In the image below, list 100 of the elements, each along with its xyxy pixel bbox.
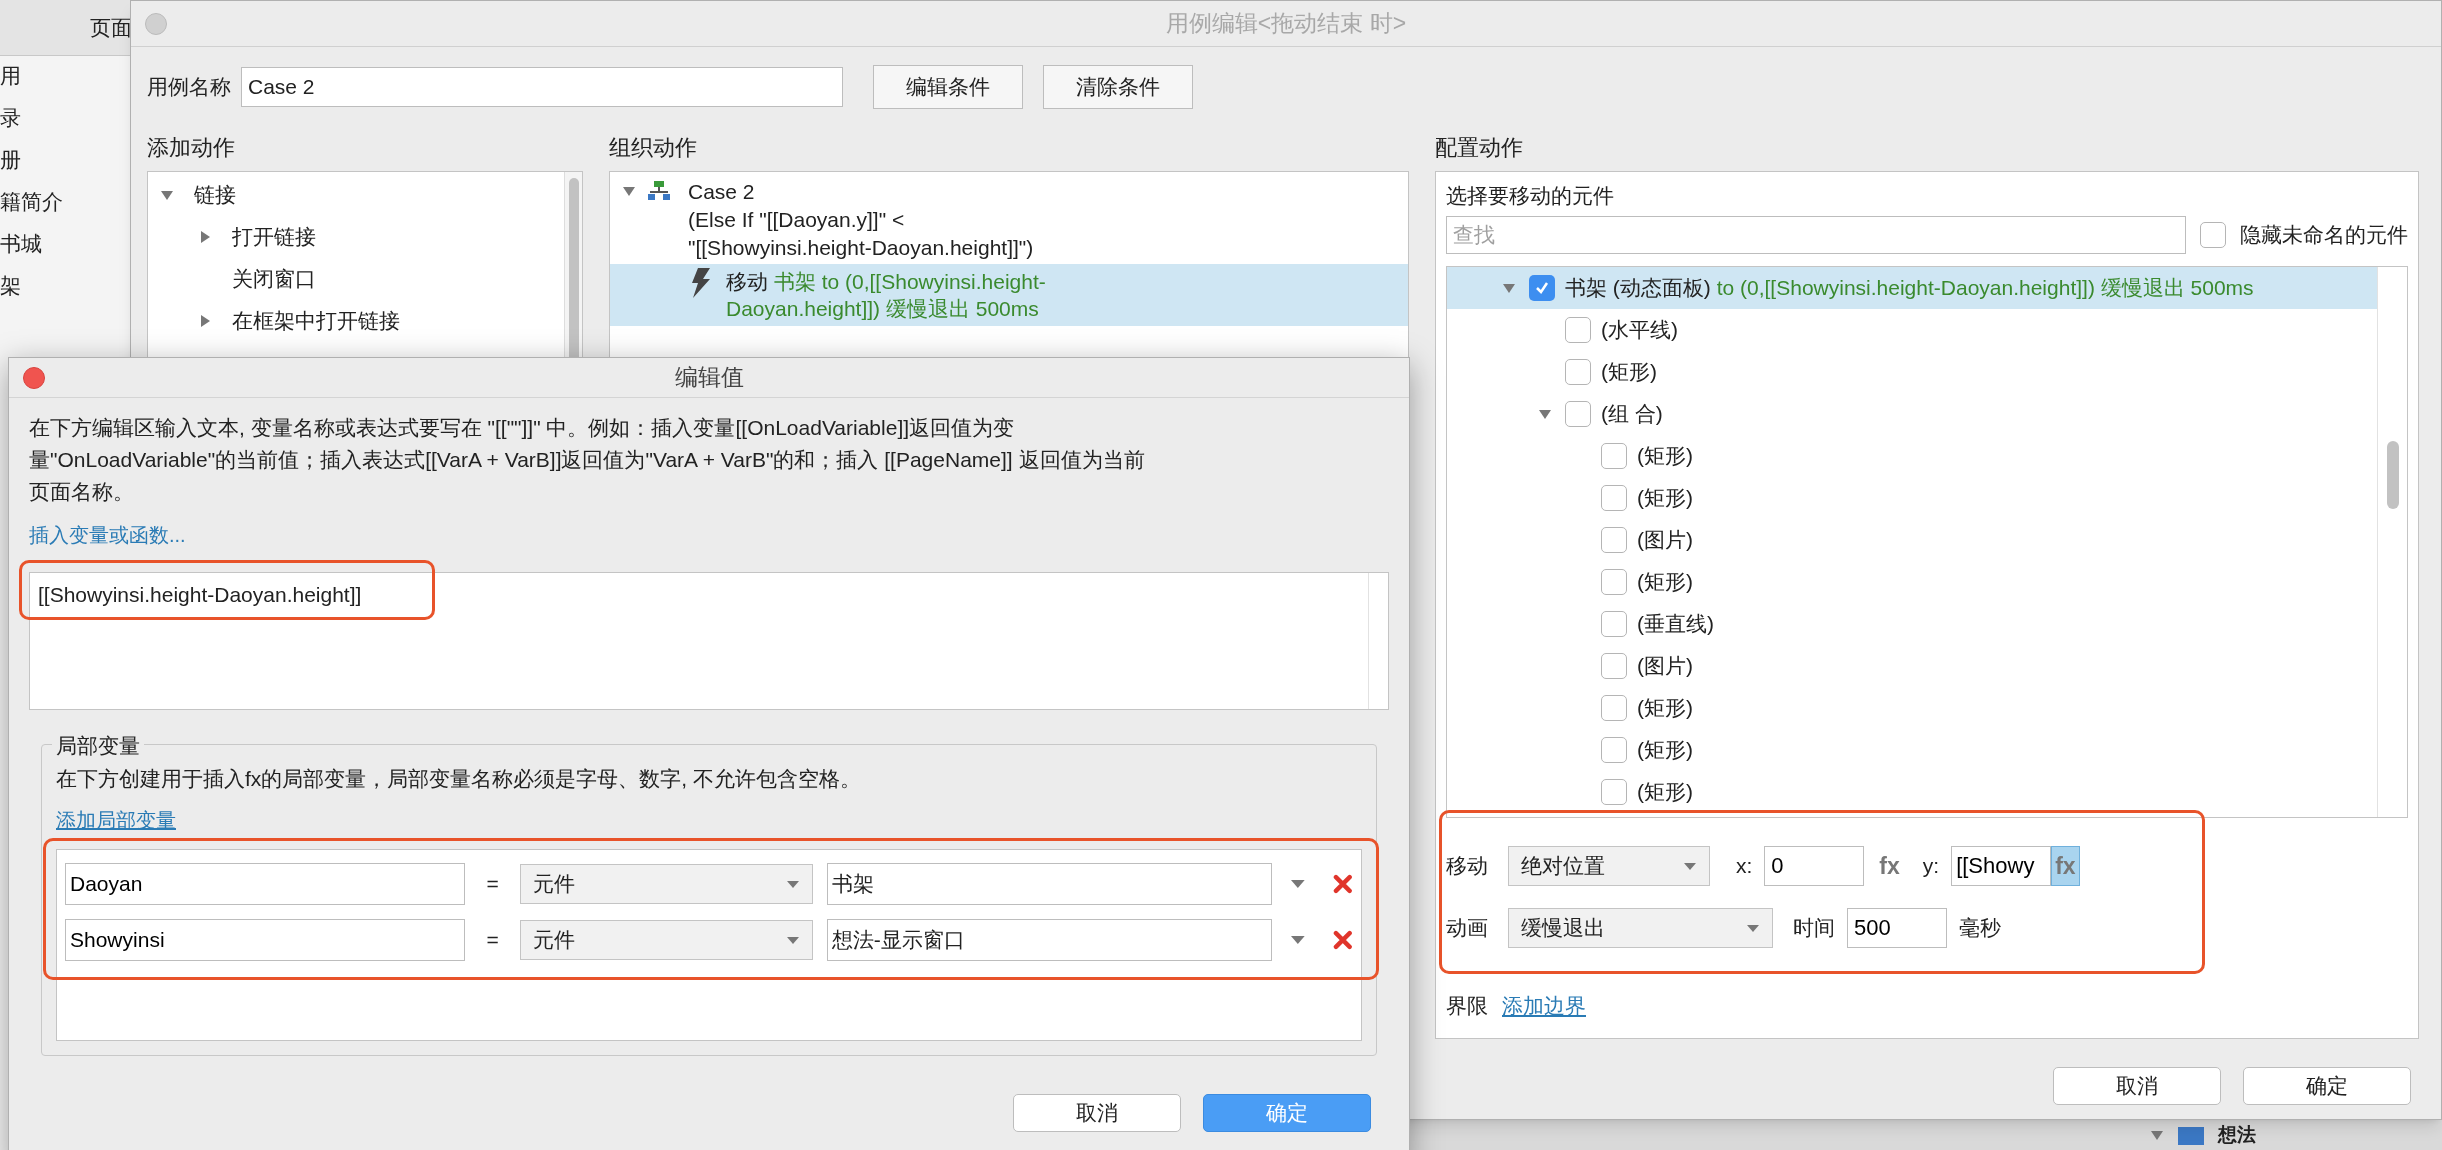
checkbox[interactable] <box>1601 569 1627 595</box>
checkbox[interactable] <box>1565 401 1591 427</box>
dialog-button[interactable]: 确定 <box>2243 1067 2411 1105</box>
y-field[interactable]: [[Showy <box>1951 846 2052 886</box>
tree-row[interactable]: (矩形) <box>1447 729 2377 771</box>
section-heading: 配置动作 <box>1435 134 1524 161</box>
expand-triangle-icon[interactable] <box>160 188 174 202</box>
sidebar-item[interactable]: 架 <box>0 270 21 299</box>
delete-icon[interactable] <box>1333 929 1353 950</box>
tree-row[interactable]: (矩形) <box>1447 351 2377 393</box>
tree-row[interactable]: 书架 (动态面板) to (0,[[Showyinsi.height-Daoyan.height]]) 缓慢退出 500ms <box>1447 267 2377 309</box>
checkbox[interactable] <box>2200 222 2226 248</box>
tree-label: (矩形) <box>1637 485 1693 512</box>
field-label: 界限 <box>1446 993 1488 1019</box>
action-item[interactable]: 链接 <box>194 179 236 211</box>
checkbox[interactable] <box>1601 779 1627 805</box>
tree-label: (图片) <box>1637 653 1693 680</box>
lightning-icon <box>690 268 712 298</box>
variable-name-field[interactable]: Daoyan <box>65 862 465 905</box>
action-row[interactable]: 移动 书架 to (0,[[Showyinsi.height- Daoyan.height]]) 缓慢退出 500ms <box>610 264 1408 326</box>
dialog-button[interactable]: 取消 <box>2053 1067 2221 1105</box>
window-title: 用例编辑<拖动结束 时> <box>1165 9 1407 39</box>
move-mode-select[interactable]: 绝对位置 <box>1508 846 1710 886</box>
delete-icon[interactable] <box>1333 873 1353 894</box>
tree-row[interactable]: (矩形) <box>1447 435 2377 477</box>
easing-select[interactable]: 缓慢退出 <box>1508 908 1773 948</box>
group-description: 在下方创建用于插入fx的局部变量，局部变量名称必须是字母、数字, 不允许包含空格。 <box>56 766 862 792</box>
collapse-triangle-icon[interactable] <box>198 230 212 244</box>
collapse-triangle-icon[interactable] <box>198 314 212 328</box>
equals-sign: = <box>485 870 500 897</box>
tree-row[interactable]: (矩形) <box>1447 477 2377 519</box>
checkbox[interactable] <box>1601 527 1627 553</box>
tree-row[interactable]: (图片) <box>1447 645 2377 687</box>
value-editor[interactable]: [[Showyinsi.height-Daoyan.height]] <box>29 572 1389 710</box>
action-item[interactable]: 关闭窗口 <box>232 263 316 295</box>
action-text: 移动 书架 to (0,[[Showyinsi.height- <box>726 269 1046 295</box>
expand-triangle-icon[interactable] <box>1538 407 1552 421</box>
panel-header: 页面 <box>90 14 132 41</box>
checkbox[interactable] <box>1601 695 1627 721</box>
target-field[interactable]: 想法-显示窗口 <box>826 918 1272 961</box>
field-label: 时间 <box>1793 915 1835 942</box>
value-text: [[Showyinsi.height-Daoyan.height]] <box>38 583 362 606</box>
expand-triangle-icon[interactable] <box>622 184 636 198</box>
sidebar-item[interactable]: 册 <box>0 144 21 173</box>
case-name-field[interactable]: Case 2 <box>241 67 843 107</box>
tree-row[interactable]: (矩形) <box>1447 687 2377 729</box>
field-label: x: <box>1736 853 1753 880</box>
dropdown-arrow-icon[interactable] <box>1289 934 1306 945</box>
checkbox[interactable] <box>1601 443 1627 469</box>
expand-triangle-icon[interactable] <box>2150 1128 2164 1142</box>
action-item[interactable]: 在框架中打开链接 <box>232 305 400 337</box>
condition-button[interactable]: 编辑条件 <box>873 65 1023 109</box>
dropdown-arrow-icon <box>785 934 800 945</box>
sidebar-item[interactable]: 录 <box>0 102 21 131</box>
x-field[interactable]: 0 <box>1764 846 1865 886</box>
checkbox[interactable] <box>1601 737 1627 763</box>
insert-variable-link[interactable]: 插入变量或函数... <box>29 520 186 550</box>
section-heading: 组织动作 <box>609 134 698 161</box>
section-heading: 添加动作 <box>147 134 236 161</box>
expand-triangle-icon[interactable] <box>1502 281 1516 295</box>
tree-item[interactable]: 想法 <box>2218 1124 2256 1146</box>
add-bounds-link[interactable]: 添加边界 <box>1502 990 1586 1022</box>
checkbox[interactable] <box>1601 653 1627 679</box>
case-title[interactable]: Case 2 <box>688 178 1034 206</box>
dropdown-arrow-icon <box>1683 861 1697 871</box>
target-field[interactable]: 书架 <box>826 862 1272 905</box>
checkbox[interactable] <box>1529 275 1555 301</box>
action-item[interactable]: 打开链接 <box>232 221 316 253</box>
checkmark-icon <box>1534 280 1550 296</box>
tree-row[interactable]: (垂直线) <box>1447 603 2377 645</box>
sidebar-item[interactable]: 书城 <box>0 228 42 257</box>
tree-row[interactable]: (图片) <box>1447 519 2377 561</box>
search-field[interactable]: 查找 <box>1446 216 2186 254</box>
condition-button[interactable]: 清除条件 <box>1043 65 1193 109</box>
tree-row[interactable]: (矩形) <box>1447 771 2377 813</box>
fx-button[interactable]: fx <box>1876 846 1903 886</box>
add-variable-link[interactable]: 添加局部变量 <box>56 804 176 835</box>
dialog-button[interactable]: 取消 <box>1013 1094 1181 1132</box>
sidebar-item[interactable]: 用 <box>0 60 21 89</box>
tree-label: (矩形) <box>1637 779 1693 806</box>
dropdown-arrow-icon[interactable] <box>1289 878 1306 889</box>
tree-row[interactable]: (矩形) <box>1447 561 2377 603</box>
close-button[interactable] <box>23 367 45 389</box>
variable-type-select[interactable]: 元件 <box>520 863 813 904</box>
tree-row[interactable]: (水平线) <box>1447 309 2377 351</box>
sidebar-item[interactable]: 籍简介 <box>0 186 63 215</box>
checkbox[interactable] <box>1601 485 1627 511</box>
folder-icon <box>2178 1125 2204 1145</box>
tree-label: (组 合) <box>1601 401 1663 428</box>
close-button[interactable] <box>145 13 167 35</box>
time-field[interactable]: 500 <box>1847 908 1947 948</box>
tree-row[interactable]: (组 合) <box>1447 393 2377 435</box>
checkbox[interactable] <box>1565 317 1591 343</box>
scrollbar-thumb[interactable] <box>2386 441 2399 509</box>
variable-type-select[interactable]: 元件 <box>520 919 813 960</box>
checkbox[interactable] <box>1601 611 1627 637</box>
variable-name-field[interactable]: Showyinsi <box>65 918 465 961</box>
case-condition: (Else If "[[Daoyan.y]]" < <box>688 207 906 233</box>
checkbox[interactable] <box>1565 359 1591 385</box>
tree-label: (矩形) <box>1637 737 1693 764</box>
